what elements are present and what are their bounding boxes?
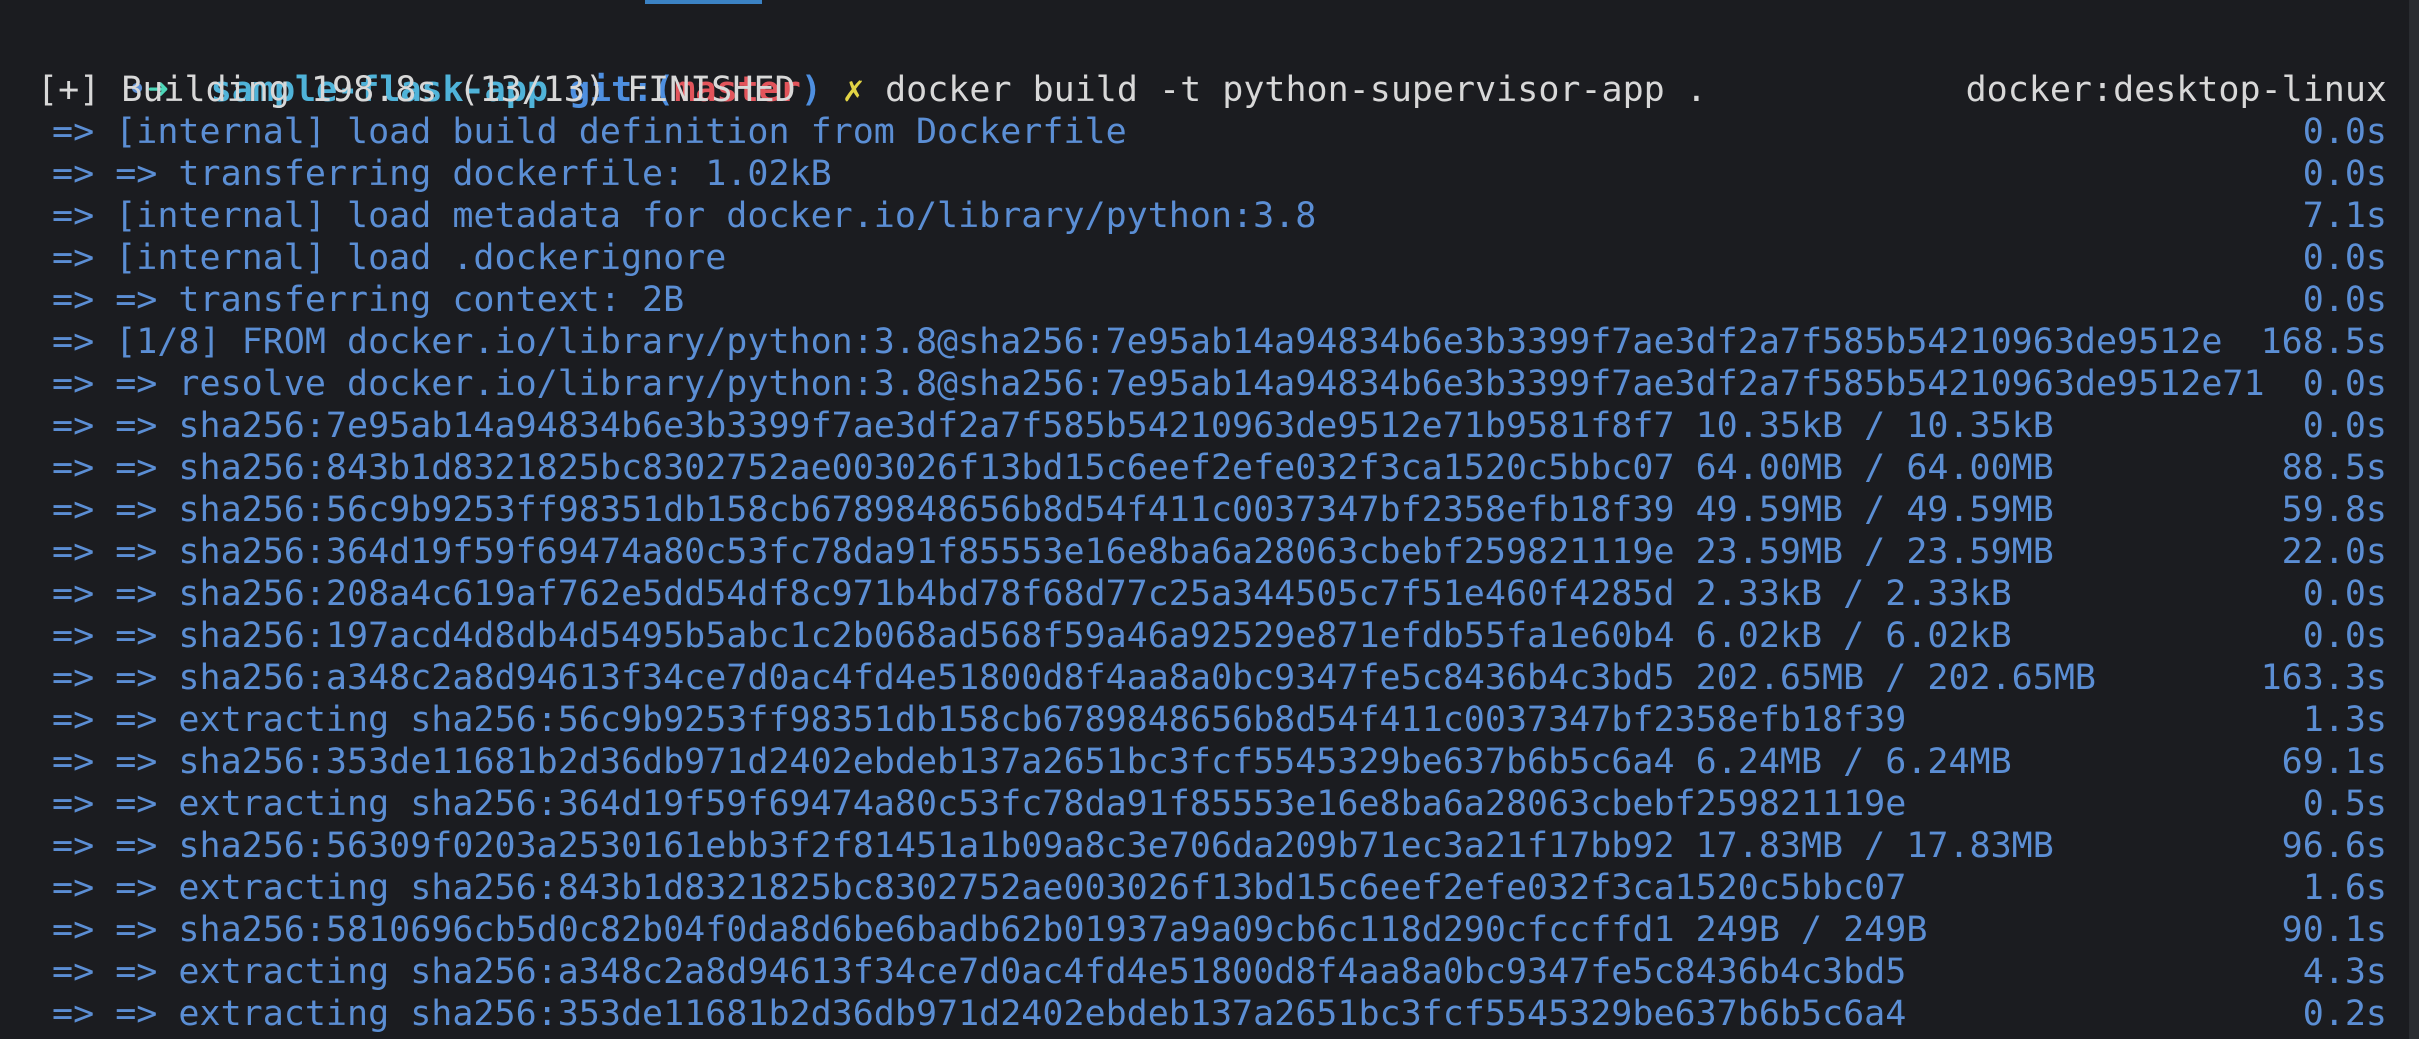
build-step-line: => [1/8] FROM docker.io/library/python:3…	[0, 321, 2400, 363]
build-step-duration: 4.3s	[2302, 952, 2387, 992]
build-step-duration: 69.1s	[2281, 742, 2387, 782]
build-step-text: => => sha256:56309f0203a2530161ebb3f2f81…	[52, 826, 2054, 866]
build-step-text: => => sha256:208a4c619af762e5dd54df8c971…	[52, 574, 2012, 614]
build-step-line: => => extracting sha256:a348c2a8d94613f3…	[0, 951, 2400, 993]
build-step-line: => => extracting sha256:843b1d8321825bc8…	[0, 867, 2400, 909]
build-step-line: => => resolve docker.io/library/python:3…	[0, 363, 2400, 405]
build-status-text: [+] Building 198.8s (13/13) FINISHED	[37, 70, 796, 110]
build-step-line: => => sha256:197acd4d8db4d5495b5abc1c2b0…	[0, 615, 2400, 657]
build-step-text: => => sha256:197acd4d8db4d5495b5abc1c2b0…	[52, 616, 2012, 656]
build-step-text: => => transferring context: 2B	[52, 280, 685, 320]
build-step-text: => [internal] load build definition from…	[52, 112, 1127, 152]
build-step-line: => => sha256:843b1d8321825bc8302752ae003…	[0, 447, 2400, 489]
terminal-window[interactable]: •➜ sample-flask-app git:(master) ✗ docke…	[0, 0, 2419, 1039]
build-step-line: => => sha256:208a4c619af762e5dd54df8c971…	[0, 573, 2400, 615]
build-step-duration: 0.0s	[2302, 112, 2387, 152]
build-step-duration: 163.3s	[2260, 658, 2387, 698]
build-step-line: => [internal] load build definition from…	[0, 111, 2400, 153]
build-step-line: => => extracting sha256:56c9b9253ff98351…	[0, 699, 2400, 741]
prompt-line: •➜ sample-flask-app git:(master) ✗ docke…	[0, 27, 2400, 110]
build-step-text: => => sha256:5810696cb5d0c82b04f0da8d6be…	[52, 910, 1928, 950]
build-step-duration: 0.0s	[2302, 574, 2387, 614]
build-step-duration: 0.0s	[2302, 154, 2387, 194]
build-step-line: => => extracting sha256:353de11681b2d36d…	[0, 993, 2400, 1035]
build-step-line: => [internal] load metadata for docker.i…	[0, 195, 2400, 237]
build-context: docker:desktop-linux	[1965, 70, 2387, 110]
build-step-text: => => extracting sha256:353de11681b2d36d…	[52, 994, 1907, 1034]
build-step-duration: 1.6s	[2302, 868, 2387, 908]
build-step-line: => => sha256:353de11681b2d36db971d2402eb…	[0, 741, 2400, 783]
scrollbar[interactable]	[2409, 0, 2419, 1039]
build-step-text: => => sha256:7e95ab14a94834b6e3b3399f7ae…	[52, 406, 2054, 446]
build-step-text: => [internal] load metadata for docker.i…	[52, 196, 1317, 236]
build-step-duration: 90.1s	[2281, 910, 2387, 950]
build-step-line: => => transferring dockerfile: 1.02kB 0.0…	[0, 153, 2400, 195]
build-step-line: => => transferring context: 2B 0.0s	[0, 279, 2400, 321]
build-step-text: => => extracting sha256:a348c2a8d94613f3…	[52, 952, 1907, 992]
build-step-line: => => sha256:7e95ab14a94834b6e3b3399f7ae…	[0, 405, 2400, 447]
build-step-text: => => extracting sha256:364d19f59f69474a…	[52, 784, 1907, 824]
build-step-duration: 0.0s	[2302, 364, 2387, 404]
build-step-duration: 0.0s	[2302, 280, 2387, 320]
build-step-text: => => sha256:353de11681b2d36db971d2402eb…	[52, 742, 2012, 782]
build-step-text: => => sha256:364d19f59f69474a80c53fc78da…	[52, 532, 2054, 572]
build-step-duration: 22.0s	[2281, 532, 2387, 572]
build-step-duration: 0.0s	[2302, 616, 2387, 656]
build-step-line: => => sha256:56c9b9253ff98351db158cb6789…	[0, 489, 2400, 531]
build-step-duration: 96.6s	[2281, 826, 2387, 866]
build-step-text: => => sha256:843b1d8321825bc8302752ae003…	[52, 448, 2054, 488]
build-step-duration: 59.8s	[2281, 490, 2387, 530]
build-step-duration: 88.5s	[2281, 448, 2387, 488]
build-step-line: => [internal] load .dockerignore 0.0s	[0, 237, 2400, 279]
build-step-line: => => sha256:364d19f59f69474a80c53fc78da…	[0, 531, 2400, 573]
build-step-duration: 168.5s	[2260, 322, 2387, 362]
build-step-line: => => sha256:56309f0203a2530161ebb3f2f81…	[0, 825, 2400, 867]
build-step-text: => => extracting sha256:56c9b9253ff98351…	[52, 700, 1907, 740]
active-tab-indicator	[0, 0, 2419, 10]
build-status-line: [+] Building 198.8s (13/13) FINISHED doc…	[0, 69, 2400, 111]
build-step-duration: 0.5s	[2302, 784, 2387, 824]
build-step-text: => => sha256:56c9b9253ff98351db158cb6789…	[52, 490, 2054, 530]
build-step-duration: 7.1s	[2302, 196, 2387, 236]
build-step-text: => [1/8] FROM docker.io/library/python:3…	[52, 322, 2223, 362]
build-step-line: => => sha256:a348c2a8d94613f34ce7d0ac4fd…	[0, 657, 2400, 699]
build-step-line: => => sha256:5810696cb5d0c82b04f0da8d6be…	[0, 909, 2400, 951]
build-step-duration: 1.3s	[2302, 700, 2387, 740]
build-step-text: => [internal] load .dockerignore	[52, 238, 727, 278]
build-step-line: => => extracting sha256:364d19f59f69474a…	[0, 783, 2400, 825]
build-step-duration: 0.0s	[2302, 406, 2387, 446]
build-step-duration: 0.2s	[2302, 994, 2387, 1034]
build-step-text: => => transferring dockerfile: 1.02kB	[52, 154, 832, 194]
build-step-text: => => resolve docker.io/library/python:3…	[52, 364, 2265, 404]
build-step-text: => => extracting sha256:843b1d8321825bc8…	[52, 868, 1907, 908]
build-step-text: => => sha256:a348c2a8d94613f34ce7d0ac4fd…	[52, 658, 2096, 698]
active-tab-underline	[645, 0, 762, 4]
build-step-duration: 0.0s	[2302, 238, 2387, 278]
